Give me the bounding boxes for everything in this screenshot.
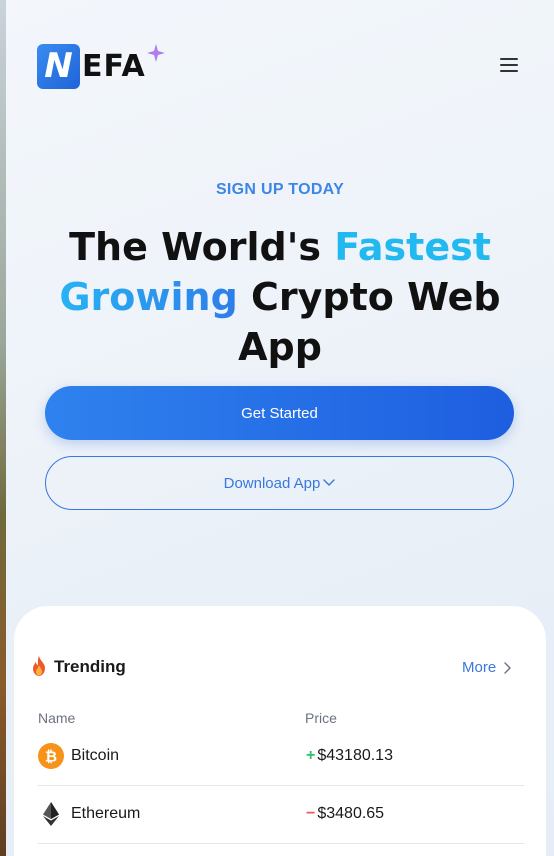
download-app-label: Download App [223, 474, 321, 492]
table-row[interactable]: Ethereum − $3480.65 [38, 786, 524, 844]
hamburger-menu-icon[interactable] [500, 58, 520, 74]
sparkle-icon [147, 44, 165, 62]
column-header-price: Price [305, 710, 337, 726]
column-header-name: Name [38, 710, 76, 726]
coin-price: − $3480.65 [306, 805, 384, 823]
logo-badge-letter: N [44, 45, 73, 86]
table-row[interactable]: ₿ Bitcoin + $43180.13 [38, 728, 524, 786]
logo[interactable]: N EFA [37, 43, 146, 89]
chevron-down-icon [323, 479, 336, 486]
more-link[interactable]: More [462, 659, 512, 676]
ethereum-icon [43, 802, 59, 826]
hero-title-part1: The World's [69, 225, 335, 269]
logo-badge: N [37, 43, 80, 89]
trend-down-indicator: − [306, 805, 316, 822]
logo-text: EFA [82, 48, 146, 84]
coin-name: Ethereum [71, 805, 141, 822]
coin-name: Bitcoin [71, 747, 120, 764]
download-app-button[interactable]: Download App [45, 456, 514, 510]
trending-header: Trending More [30, 656, 530, 678]
svg-text:₿: ₿ [45, 748, 57, 766]
hero-title-accent-fastest: Fastest [334, 225, 491, 269]
hero-title: The World's Fastest Growing Crypto Web Ap… [36, 222, 524, 372]
more-label: More [462, 659, 497, 676]
trend-up-indicator: + [306, 747, 316, 764]
hero-title-part2: Crypto Web App [237, 275, 501, 369]
fire-icon [33, 656, 45, 676]
trending-title: Trending [54, 657, 126, 676]
price-value: $43180.13 [317, 747, 393, 764]
price-value: $3480.65 [317, 805, 385, 822]
page: N EFA SIGN UP TODAY The World's Fastest G… [6, 0, 554, 856]
get-started-button[interactable]: Get Started [45, 386, 514, 440]
trending-card: Trending More Name Price ₿ Bitcoin + $431… [14, 606, 546, 856]
header: N EFA [6, 0, 554, 120]
hero-title-accent-growing: Growing [59, 275, 238, 319]
chevron-right-icon [504, 661, 512, 674]
bitcoin-icon: ₿ [38, 743, 64, 769]
hero-kicker: SIGN UP TODAY [215, 181, 345, 198]
coin-price: + $43180.13 [306, 747, 393, 765]
